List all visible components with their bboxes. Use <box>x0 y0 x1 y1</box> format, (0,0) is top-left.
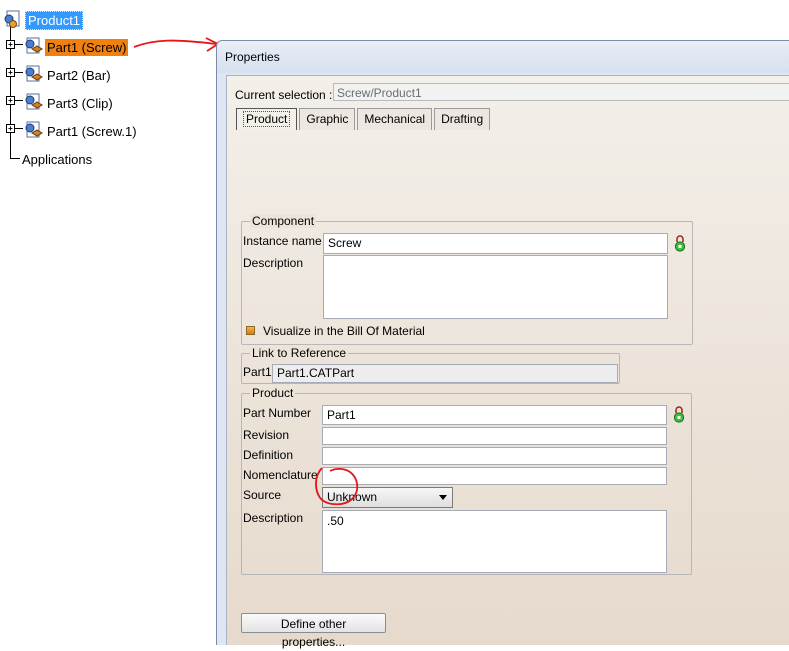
tree-node-root[interactable]: Product1 <box>3 10 84 30</box>
expand-toggle-icon[interactable]: + <box>6 124 15 133</box>
nomenclature-label: Nomenclature <box>243 468 318 482</box>
tree-node-label[interactable]: Part1 (Screw.1) <box>45 123 139 140</box>
product-group: Product Part Number Part1 Revision Defin… <box>241 386 692 575</box>
component-group: Component Instance name Screw Descriptio… <box>241 214 693 345</box>
product-description-label: Description <box>243 511 304 525</box>
instance-name-label: Instance name <box>243 234 322 248</box>
component-group-title: Component <box>250 214 317 228</box>
definition-label: Definition <box>243 448 294 462</box>
tree-node-part1-screw1[interactable]: Part1 (Screw.1) <box>23 121 139 141</box>
revision-label: Revision <box>243 428 290 442</box>
definition-field[interactable] <box>322 447 667 465</box>
source-dropdown-value: Unknown <box>327 490 378 504</box>
lock-icon[interactable] <box>673 405 685 423</box>
tree-branch-line <box>15 128 23 129</box>
source-dropdown[interactable]: Unknown <box>322 487 453 508</box>
properties-dialog: Properties Current selection : Screw/Pro… <box>216 40 789 649</box>
visualize-bom-label: Visualize in the Bill Of Material <box>263 324 425 338</box>
tab-bar: Product Graphic Mechanical Drafting <box>236 108 492 130</box>
source-label: Source <box>243 488 282 502</box>
expand-toggle-icon[interactable]: + <box>6 40 15 49</box>
dialog-title: Properties <box>225 50 280 64</box>
link-to-reference-group: Link to Reference Part1 Part1.CATPart <box>241 346 620 384</box>
part-number-field[interactable]: Part1 <box>322 405 667 425</box>
tab-drafting[interactable]: Drafting <box>434 108 491 130</box>
link-part-field: Part1.CATPart <box>272 364 618 383</box>
tree-branch-line <box>15 72 23 73</box>
link-group-title: Link to Reference <box>250 346 349 360</box>
tree-node-label[interactable]: Part1 (Screw) <box>45 38 129 56</box>
current-selection-field: Screw/Product1 <box>333 83 789 101</box>
link-part-label: Part1 <box>243 365 272 379</box>
tree-node-applications[interactable]: Applications <box>20 149 94 169</box>
tab-label: Product <box>243 111 291 127</box>
tree-node-part1-screw[interactable]: Part1 (Screw) <box>23 37 129 57</box>
chevron-down-icon <box>439 495 447 500</box>
tree-node-label[interactable]: Part3 (Clip) <box>45 95 115 112</box>
current-selection-label: Current selection : <box>235 88 333 102</box>
tab-label: Drafting <box>441 112 484 126</box>
tree-node-label[interactable]: Applications <box>20 151 94 168</box>
tree-node-part3-clip[interactable]: Part3 (Clip) <box>23 93 115 113</box>
revision-field[interactable] <box>322 427 667 445</box>
nomenclature-field[interactable] <box>322 467 667 485</box>
product-icon <box>3 10 23 30</box>
tab-product[interactable]: Product <box>236 108 298 130</box>
component-description-field[interactable] <box>323 255 668 319</box>
visualize-bom-checkbox[interactable] <box>246 326 255 335</box>
tree-node-label[interactable]: Part2 (Bar) <box>45 67 113 84</box>
component-description-label: Description <box>243 256 304 270</box>
tree-branch-line <box>15 44 23 45</box>
dialog-client-area: Current selection : Screw/Product1 Produ… <box>226 75 789 649</box>
tree-branch-line <box>10 158 20 159</box>
part-icon <box>23 121 43 141</box>
tree-node-part2-bar[interactable]: Part2 (Bar) <box>23 65 113 85</box>
tree-branch-line <box>15 100 23 101</box>
tree-root-label[interactable]: Product1 <box>25 10 84 30</box>
tab-graphic[interactable]: Graphic <box>299 108 356 130</box>
expand-toggle-icon[interactable]: + <box>6 96 15 105</box>
part-icon <box>23 93 43 113</box>
product-description-field[interactable]: .50 <box>322 510 667 573</box>
define-other-properties-button[interactable]: Define other properties... <box>241 613 386 649</box>
tab-mechanical[interactable]: Mechanical <box>357 108 433 130</box>
part-number-label: Part Number <box>243 406 312 420</box>
dialog-titlebar[interactable]: Properties <box>217 41 789 73</box>
product-tree: Product1 + Part1 (Screw) + Part2 (Bar) + <box>0 0 215 200</box>
expand-toggle-icon[interactable]: + <box>6 68 15 77</box>
product-group-title: Product <box>250 386 296 400</box>
tab-label: Mechanical <box>364 112 426 126</box>
part-icon <box>23 65 43 85</box>
tab-label: Graphic <box>306 112 349 126</box>
instance-name-field[interactable]: Screw <box>323 233 668 254</box>
lock-icon[interactable] <box>674 234 686 252</box>
part-icon <box>23 37 43 57</box>
